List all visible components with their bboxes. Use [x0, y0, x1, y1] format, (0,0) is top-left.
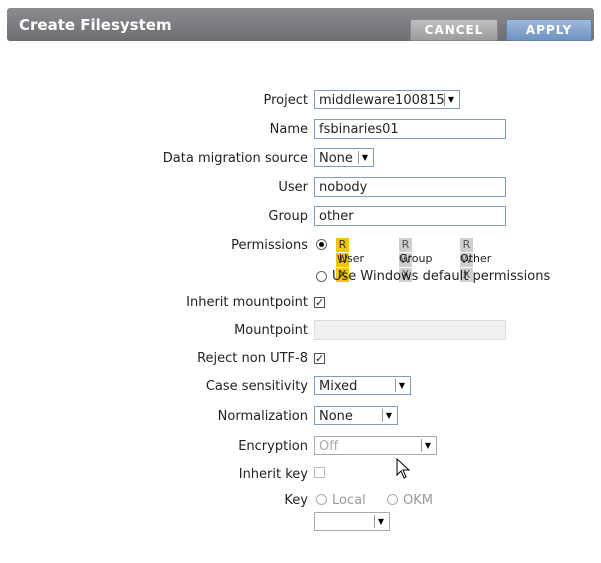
key-local-radio[interactable] [316, 494, 327, 505]
inherit-key-checkbox[interactable] [314, 467, 325, 478]
dialog-title: Create Filesystem [19, 16, 172, 34]
other-caption: Other [460, 252, 492, 265]
unix-perm-radio[interactable] [316, 239, 327, 250]
encryption-value: Off [319, 439, 339, 454]
group-read-toggle[interactable]: R [399, 238, 412, 252]
normalization-value: None [319, 409, 353, 424]
case-row: Case sensitivity Mixed ▼ [0, 376, 601, 398]
case-label: Case sensitivity [205, 379, 308, 394]
name-input[interactable]: fsbinaries01 [314, 119, 506, 139]
chevron-down-icon: ▼ [395, 379, 408, 392]
project-value: middleware100815 [319, 93, 445, 108]
reject-utf8-label: Reject non UTF-8 [197, 351, 308, 366]
apply-button[interactable]: APPLY [506, 19, 592, 41]
name-label: Name [269, 122, 308, 137]
key-okm-radio[interactable] [387, 494, 398, 505]
key-okm-label: OKM [403, 493, 433, 508]
permissions-row: Permissions RWX User RWX Group RWX Other… [0, 235, 601, 285]
encryption-label: Encryption [238, 439, 308, 454]
title-bar: Create Filesystem CANCEL APPLY [7, 8, 594, 41]
inherit-key-label: Inherit key [238, 467, 308, 482]
migration-value: None [319, 151, 353, 166]
key-select[interactable]: ▼ [314, 512, 390, 531]
user-label: User [278, 180, 308, 195]
permissions-label: Permissions [231, 238, 308, 253]
name-row: Name fsbinaries01 [0, 119, 601, 141]
chevron-down-icon: ▼ [444, 93, 457, 106]
windows-perm-radio[interactable] [316, 271, 327, 282]
inherit-mount-checkbox[interactable]: ✓ [314, 297, 325, 308]
chevron-down-icon: ▼ [358, 151, 371, 164]
inherit-key-row: Inherit key [0, 464, 601, 486]
mountpoint-row: Mountpoint [0, 320, 601, 342]
key-label: Key [284, 493, 308, 508]
mountpoint-input[interactable] [314, 320, 506, 340]
key-local-label: Local [332, 493, 366, 508]
project-label: Project [263, 93, 308, 108]
key-row: Key Local OKM ▼ [0, 490, 601, 534]
mountpoint-label: Mountpoint [234, 323, 308, 338]
mouse-cursor-icon [396, 458, 411, 479]
chevron-down-icon: ▼ [374, 515, 387, 528]
inherit-mount-label: Inherit mountpoint [186, 295, 308, 310]
case-select[interactable]: Mixed ▼ [314, 376, 411, 395]
reject-utf8-checkbox[interactable]: ✓ [314, 353, 325, 364]
migration-row: Data migration source None ▼ [0, 148, 601, 170]
normalization-label: Normalization [217, 409, 308, 424]
user-caption: User [339, 252, 365, 265]
windows-perm-label: Use Windows default permissions [332, 269, 551, 284]
normalization-select[interactable]: None ▼ [314, 406, 398, 425]
chevron-down-icon: ▼ [421, 439, 434, 452]
group-row: Group other [0, 206, 601, 228]
normalization-row: Normalization None ▼ [0, 406, 601, 428]
group-label: Group [268, 209, 308, 224]
project-row: Project middleware100815 ▼ [0, 90, 601, 112]
encryption-row: Encryption Off ▼ [0, 436, 601, 458]
user-row: User nobody [0, 177, 601, 199]
group-caption: Group [399, 252, 433, 265]
other-read-toggle[interactable]: R [460, 238, 473, 252]
migration-select[interactable]: None ▼ [314, 148, 374, 167]
inherit-mount-row: Inherit mountpoint ✓ [0, 292, 601, 314]
migration-label: Data migration source [162, 151, 308, 166]
cancel-button[interactable]: CANCEL [410, 19, 498, 41]
group-input[interactable]: other [314, 206, 506, 226]
user-read-toggle[interactable]: R [336, 238, 349, 252]
encryption-select[interactable]: Off ▼ [314, 436, 437, 455]
case-value: Mixed [319, 379, 358, 394]
chevron-down-icon: ▼ [382, 409, 395, 422]
project-select[interactable]: middleware100815 ▼ [314, 90, 460, 109]
user-input[interactable]: nobody [314, 177, 506, 197]
reject-utf8-row: Reject non UTF-8 ✓ [0, 348, 601, 370]
